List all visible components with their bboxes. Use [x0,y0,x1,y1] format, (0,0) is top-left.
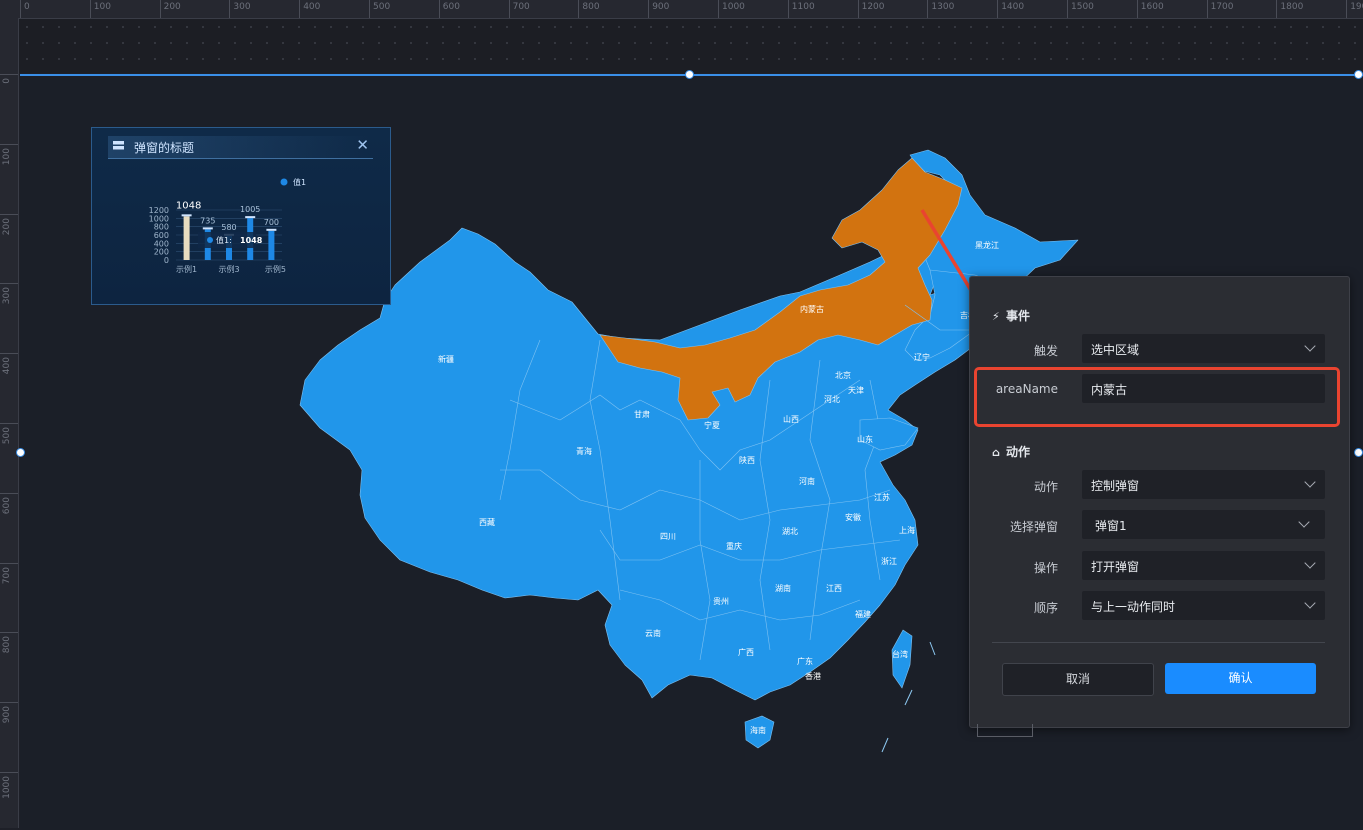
action-section-label: 动作 [1006,445,1031,459]
confirm-button[interactable]: 确认 [1165,663,1316,694]
bar-cap [266,228,277,231]
action-section-title: ⌂ 动作 [992,443,1030,460]
chevron-down-icon [1304,557,1316,569]
province-label: 西藏 [479,517,495,527]
popup-preview[interactable]: 弹窗的标题 ✕ 1200 1000 800 600 400 200 0 1048 735 580 1… [91,127,391,305]
province-label: 宁夏 [704,420,720,430]
province-label: 甘肃 [634,409,650,419]
province-label: 河北 [824,394,840,404]
bar-cap [181,214,192,217]
order-value: 与上一动作同时 [1091,600,1176,614]
province-label: 贵州 [713,596,729,606]
province-label: 重庆 [726,541,742,551]
chevron-down-icon [1304,340,1316,352]
tooltip-value: 1048 [240,236,263,245]
select-popup-value: 弹窗1 [1095,519,1127,533]
province-label: 青海 [576,446,592,456]
action-select[interactable]: 控制弹窗 [1082,470,1325,499]
bar-value-label: 700 [264,218,279,227]
province-label: 台湾 [892,649,908,659]
bar-cap [202,227,213,230]
bar-value-label: 1005 [240,205,260,214]
x-tick-label: 示例1 [176,264,197,274]
trigger-label: 触发 [1033,344,1058,358]
event-section-label: 事件 [1006,309,1031,323]
select-popup-label: 选择弹窗 [1009,520,1058,534]
bar [183,216,190,260]
province-label: 山东 [857,434,873,444]
panel-divider [992,642,1325,643]
chevron-down-icon [1304,476,1316,488]
province-label: 内蒙古 [800,304,824,314]
province-label: 湖南 [775,583,791,593]
province-label: 广西 [738,647,754,657]
operation-select[interactable]: 打开弹窗 [1082,551,1325,580]
province-label: 新疆 [438,354,454,364]
chevron-down-icon [1298,516,1310,528]
province-label: 福建 [855,609,871,619]
bar-value-label: 735 [200,216,215,225]
interaction-config-panel: ⚡ 事件 触发 选中区域 areaName 内蒙古 ⌂ 动作 动作 控制弹窗 选择弹… [969,276,1350,728]
province-label: 安徽 [845,512,861,522]
x-tick-label: 示例3 [218,264,239,274]
chevron-down-icon [1304,597,1316,609]
tooltip-label: 值1: [216,235,232,245]
cancel-button[interactable]: 取消 [1002,663,1154,696]
operation-label: 操作 [1033,561,1058,575]
province-label: 浙江 [881,556,897,566]
lightning-icon: ⚡ [992,310,1000,323]
province-label: 海南 [750,725,766,735]
y-tick-label: 0 [164,256,169,265]
map-inset-frame [977,724,1033,737]
popup-bar-chart: 12001000800600400200010487355801005700值1… [149,177,306,274]
province-label: 黑龙江 [975,240,999,250]
legend-label: 值1 [293,177,306,187]
event-section-title: ⚡ 事件 [992,307,1030,324]
province-label: 江西 [826,584,842,593]
annotation-highlight-box [974,367,1340,427]
order-select[interactable]: 与上一动作同时 [1082,591,1325,620]
action-icon: ⌂ [992,446,1000,459]
province-label: 天津 [848,385,864,395]
province-label: 北京 [835,370,851,380]
tooltip-marker [207,237,213,243]
province-label: 四川 [660,532,676,541]
bar-cap [245,216,256,219]
province-label: 辽宁 [914,352,930,362]
province-label: 河南 [799,476,815,486]
trigger-value: 选中区域 [1091,343,1140,357]
province-label: 香港 [805,671,821,681]
province-label: 云南 [645,628,661,638]
trigger-select[interactable]: 选中区域 [1082,334,1325,363]
legend-marker [280,178,288,186]
select-popup-select[interactable]: 弹窗1 [1082,510,1325,539]
action-value: 控制弹窗 [1091,479,1140,493]
province-label: 江苏 [874,492,890,502]
province-label: 陕西 [739,455,755,465]
map-region-taiwan[interactable] [891,629,913,689]
action-label: 动作 [1033,480,1058,494]
province-label: 广东 [797,656,813,666]
province-label: 山西 [783,414,799,424]
province-label: 湖北 [782,527,798,536]
order-label: 顺序 [1033,601,1058,615]
bar [268,230,275,260]
operation-value: 打开弹窗 [1091,560,1140,574]
bar-value-label: 1048 [176,200,201,211]
bar-value-label: 580 [221,223,236,232]
x-tick-label: 示例5 [265,264,286,274]
province-label: 上海 [899,525,915,535]
